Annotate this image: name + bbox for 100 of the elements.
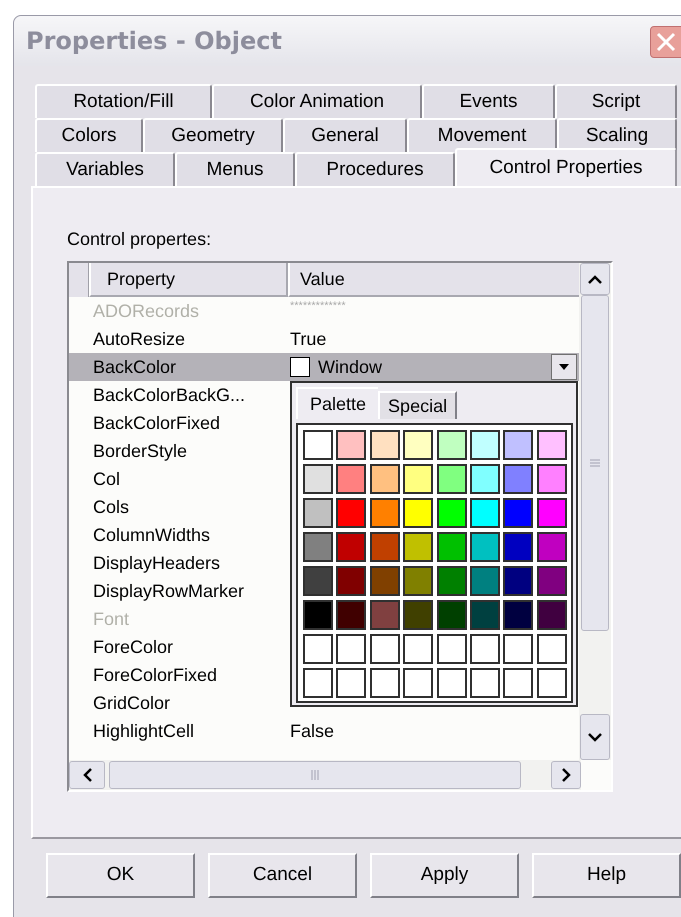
color-swatch[interactable] (503, 498, 534, 528)
color-swatch[interactable] (370, 566, 400, 596)
color-swatch[interactable] (436, 668, 466, 698)
scroll-left-button[interactable] (69, 761, 105, 789)
color-swatch[interactable] (303, 532, 333, 562)
color-swatch[interactable] (470, 600, 500, 630)
color-swatch[interactable] (470, 668, 500, 698)
color-swatch[interactable] (336, 600, 366, 630)
close-button[interactable] (650, 26, 681, 58)
scroll-right-button[interactable] (551, 761, 581, 789)
dialog-button[interactable]: OK (46, 853, 195, 898)
color-swatch[interactable] (336, 634, 366, 664)
color-swatch[interactable] (536, 600, 567, 630)
grid-row[interactable]: HighlightCell False (69, 717, 580, 745)
property-label: Cols (92, 496, 130, 519)
tab[interactable]: Procedures (295, 152, 455, 186)
color-swatch[interactable] (403, 498, 434, 528)
color-swatch[interactable] (436, 566, 466, 596)
color-swatch[interactable] (303, 430, 333, 460)
tab[interactable]: Control Properties (455, 148, 677, 186)
color-swatch[interactable] (403, 600, 434, 630)
tab[interactable]: General (283, 118, 407, 152)
dropdown-button[interactable] (551, 354, 578, 380)
color-swatch[interactable] (436, 600, 466, 630)
color-swatch[interactable] (536, 464, 567, 494)
color-swatch[interactable] (403, 430, 434, 460)
color-swatch[interactable] (403, 464, 434, 494)
grid-row[interactable]: AutoResize True (69, 325, 580, 353)
scroll-thumb[interactable] (581, 295, 610, 631)
color-swatch[interactable] (403, 634, 434, 664)
tab[interactable]: Events (422, 84, 555, 118)
color-swatch[interactable] (503, 634, 534, 664)
color-swatch[interactable] (370, 464, 400, 494)
tab[interactable]: Script (555, 84, 677, 118)
tab[interactable]: Menus (175, 152, 295, 186)
color-swatch[interactable] (303, 464, 333, 494)
color-swatch[interactable] (436, 464, 466, 494)
color-swatch[interactable] (470, 464, 500, 494)
color-swatch[interactable] (470, 634, 500, 664)
color-swatch[interactable] (370, 668, 400, 698)
dialog-button[interactable]: Help (532, 853, 681, 898)
color-swatch[interactable] (336, 532, 366, 562)
color-swatch[interactable] (403, 532, 434, 562)
horizontal-scrollbar[interactable] (69, 760, 581, 790)
color-swatch[interactable] (303, 566, 333, 596)
dialog-button[interactable]: Apply (370, 853, 519, 898)
grid-header[interactable]: Value (288, 263, 580, 297)
color-swatch[interactable] (536, 566, 567, 596)
color-swatch[interactable] (536, 532, 567, 562)
color-swatch[interactable] (336, 668, 366, 698)
color-swatch[interactable] (336, 566, 366, 596)
color-swatch[interactable] (436, 634, 466, 664)
popup-tab[interactable]: Palette (296, 387, 378, 419)
color-swatch[interactable] (403, 566, 434, 596)
color-swatch[interactable] (336, 430, 366, 460)
color-swatch[interactable] (303, 634, 333, 664)
color-swatch[interactable] (503, 430, 534, 460)
dialog-button[interactable]: Cancel (208, 853, 357, 898)
color-swatch[interactable] (470, 532, 500, 562)
property-label: DisplayRowMarker (92, 580, 246, 603)
color-swatch[interactable] (503, 532, 534, 562)
popup-tab[interactable]: Special (378, 391, 458, 419)
tab[interactable]: Rotation/Fill (35, 84, 212, 118)
color-swatch[interactable] (436, 430, 466, 460)
color-swatch[interactable] (403, 668, 434, 698)
scroll-up-button[interactable] (580, 263, 610, 295)
scroll-thumb[interactable] (109, 761, 521, 789)
vertical-scrollbar[interactable] (579, 263, 611, 760)
color-swatch[interactable] (503, 566, 534, 596)
color-swatch[interactable] (436, 498, 466, 528)
scroll-down-button[interactable] (580, 714, 610, 760)
color-swatch[interactable] (470, 498, 500, 528)
grip-icon (590, 459, 600, 467)
color-swatch[interactable] (336, 464, 366, 494)
tab[interactable]: Movement (407, 118, 557, 152)
color-swatch[interactable] (536, 430, 567, 460)
color-swatch[interactable] (370, 498, 400, 528)
color-swatch[interactable] (536, 634, 567, 664)
tab[interactable]: Color Animation (212, 84, 422, 118)
grid-header[interactable]: Property (89, 263, 288, 297)
color-swatch[interactable] (303, 668, 333, 698)
color-swatch[interactable] (370, 600, 400, 630)
color-swatch[interactable] (503, 668, 534, 698)
color-swatch[interactable] (470, 566, 500, 596)
color-swatch[interactable] (370, 430, 400, 460)
tab[interactable]: Geometry (143, 118, 283, 152)
color-swatch[interactable] (303, 498, 333, 528)
color-swatch[interactable] (536, 498, 567, 528)
color-swatch[interactable] (370, 532, 400, 562)
color-swatch[interactable] (470, 430, 500, 460)
tab[interactable]: Colors (35, 118, 143, 152)
color-swatch[interactable] (336, 498, 366, 528)
color-swatch[interactable] (503, 464, 534, 494)
color-swatch[interactable] (370, 634, 400, 664)
tab[interactable]: Variables (35, 152, 175, 186)
grid-row[interactable]: BackColor Window (69, 353, 580, 381)
color-swatch[interactable] (536, 668, 567, 698)
color-swatch[interactable] (303, 600, 333, 630)
color-swatch[interactable] (503, 600, 534, 630)
color-swatch[interactable] (436, 532, 466, 562)
